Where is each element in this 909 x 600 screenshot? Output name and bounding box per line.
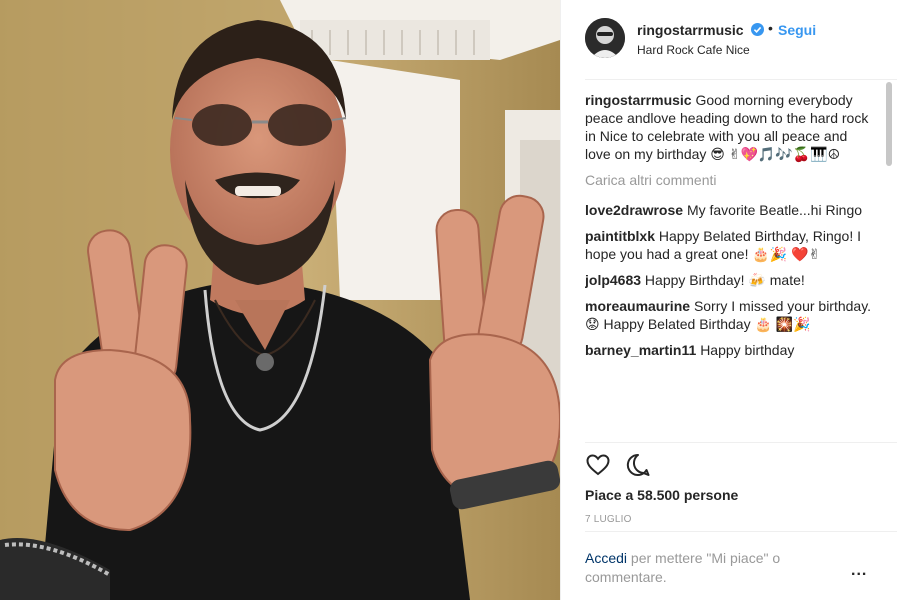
comment-item: jolp4683 Happy Birthday! 🍻 mate! xyxy=(585,271,875,289)
likes-count[interactable]: Piace a 58.500 persone xyxy=(585,487,738,503)
follow-button[interactable]: Segui xyxy=(778,22,816,38)
header-username[interactable]: ringostarrmusic xyxy=(637,22,744,38)
comment-username[interactable]: love2drawrose xyxy=(585,202,683,218)
location-link[interactable]: Hard Rock Cafe Nice xyxy=(637,43,750,57)
comment-item: barney_martin11 Happy birthday xyxy=(585,341,875,359)
comments-list[interactable]: ringostarrmusic Good morning everybody p… xyxy=(585,91,875,441)
instagram-post: ringostarrmusic • Segui Hard Rock Cafe N… xyxy=(0,0,909,600)
speech-bubble-icon[interactable] xyxy=(625,452,651,478)
comment-item: love2drawrose My favorite Beatle...hi Ri… xyxy=(585,201,875,219)
comment-text: My favorite Beatle...hi Ringo xyxy=(686,202,863,218)
verified-badge-icon xyxy=(751,23,764,36)
scrollbar-thumb[interactable] xyxy=(886,82,892,166)
comment-username[interactable]: paintitblxk xyxy=(585,228,655,244)
comment-text: Happy birthday xyxy=(700,342,795,358)
comment-username[interactable]: jolp4683 xyxy=(585,272,641,288)
comment-text: Happy Birthday! 🍻 mate! xyxy=(644,272,805,288)
heart-outline-icon[interactable] xyxy=(585,452,611,478)
avatar-image xyxy=(585,18,625,58)
comment-item: paintitblxk Happy Belated Birthday, Ring… xyxy=(585,227,875,263)
action-bar xyxy=(585,452,665,478)
more-options-button[interactable]: ... xyxy=(851,562,867,580)
caption: ringostarrmusic Good morning everybody p… xyxy=(585,91,875,163)
post-header: ringostarrmusic • Segui Hard Rock Cafe N… xyxy=(585,16,885,64)
login-link[interactable]: Accedi xyxy=(585,550,627,566)
caption-username[interactable]: ringostarrmusic xyxy=(585,92,692,108)
separator-dot: • xyxy=(768,20,773,36)
comment-username[interactable]: moreaumaurine xyxy=(585,298,690,314)
comment-item: moreaumaurine Sorry I missed your birthd… xyxy=(585,297,875,333)
comments-scrollbar[interactable] xyxy=(884,80,892,442)
comment-username[interactable]: barney_martin11 xyxy=(585,342,696,358)
post-sidebar: ringostarrmusic • Segui Hard Rock Cafe N… xyxy=(560,0,909,600)
footer-divider xyxy=(585,531,897,532)
post-date[interactable]: 7 LUGLIO xyxy=(585,514,632,525)
post-photo-illustration xyxy=(0,0,560,600)
avatar[interactable] xyxy=(585,18,625,58)
post-photo[interactable] xyxy=(0,0,560,600)
login-prompt: Accedi per mettere "Mi piace" o commenta… xyxy=(585,549,835,587)
comments-divider xyxy=(585,442,897,443)
load-more-comments-button[interactable]: Carica altri commenti xyxy=(585,171,875,189)
header-divider xyxy=(585,79,897,80)
